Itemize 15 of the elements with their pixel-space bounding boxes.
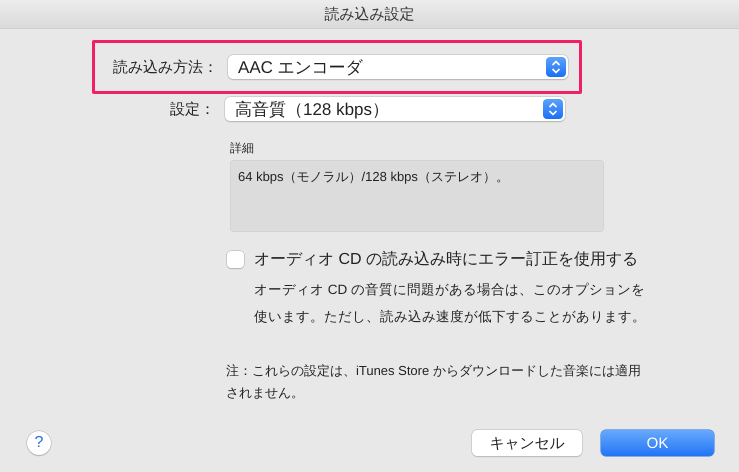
window-title: 読み込み設定 (324, 4, 414, 24)
details-label: 詳細 (230, 140, 255, 157)
field-label: 読み込み方法： (112, 58, 218, 76)
help-button[interactable]: ? (27, 431, 51, 455)
up-down-chevron-icon (546, 57, 566, 77)
popup-button[interactable]: AAC エンコーダ (228, 55, 568, 79)
note-text: 注：これらの設定は、iTunes Store からダウンロードした音楽には適用されません。 (226, 362, 642, 402)
option-description: オーディオ CD の音質に問題がある場合は、このオプションを使います。ただし、読み込み速度が低下することがあります。 (254, 281, 647, 326)
field-label: 設定： (169, 100, 215, 118)
checkbox[interactable] (227, 251, 244, 268)
up-down-chevron-icon (543, 99, 563, 119)
checkbox-label: オーディオ CD の読み込み時にエラー訂正を使用する (254, 250, 638, 270)
cancel-button[interactable]: キャンセル (472, 430, 582, 456)
details-text: 64 kbps（モノラル）/128 kbps（ステレオ）。 (230, 160, 604, 232)
popup-button[interactable]: 高音質（128 kbps） (225, 97, 565, 121)
